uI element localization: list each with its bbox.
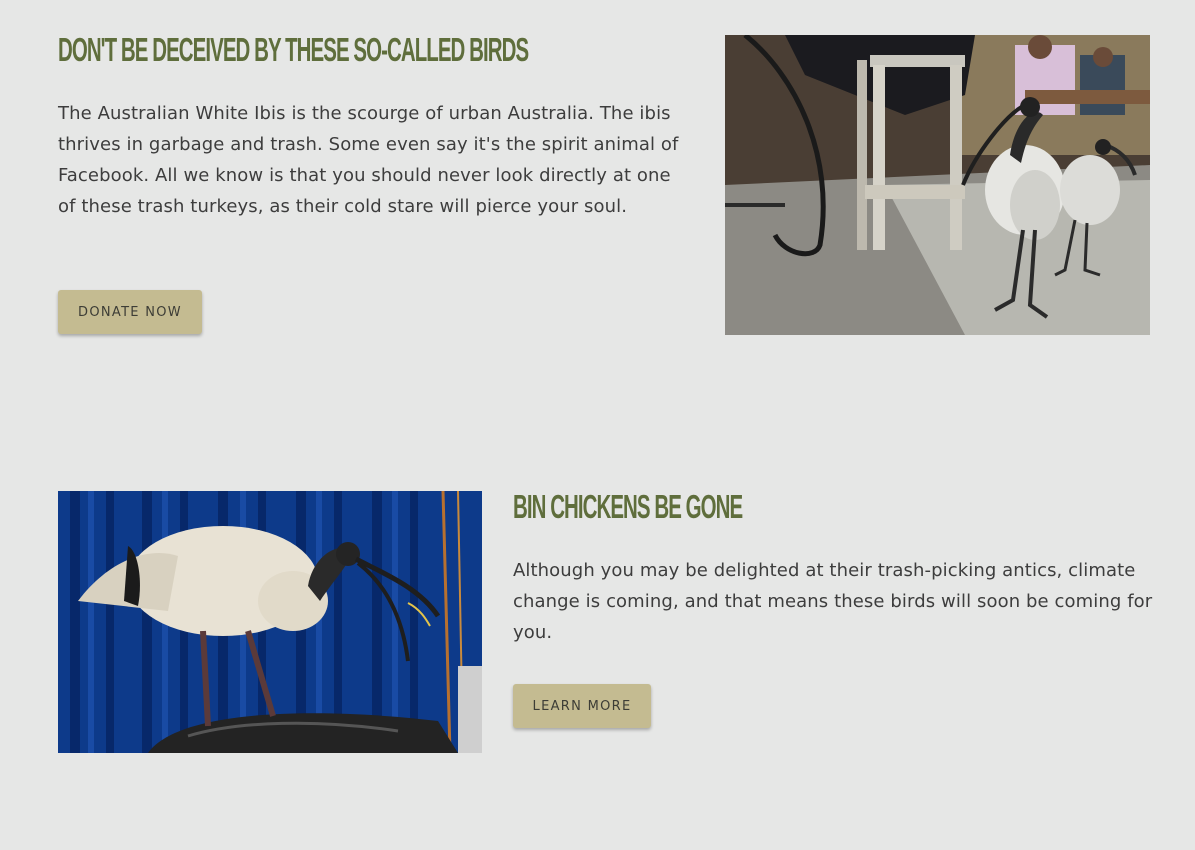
learn-more-button[interactable]: LEARN MORE	[513, 684, 651, 728]
section1-body: The Australian White Ibis is the scourge…	[58, 103, 679, 217]
ibis-cafe-illustration	[725, 35, 1150, 335]
section2-body: Although you may be delighted at their t…	[513, 560, 1153, 643]
ibis-garbage-photo	[58, 491, 482, 753]
section1-heading: Don't be deceived by these so-called bir…	[58, 31, 529, 68]
section2-heading: Bin chickens be gone	[513, 488, 743, 525]
ibis-garbage-illustration	[58, 491, 482, 753]
donate-now-button[interactable]: DONATE NOW	[58, 290, 202, 334]
ibis-cafe-photo	[725, 35, 1150, 335]
